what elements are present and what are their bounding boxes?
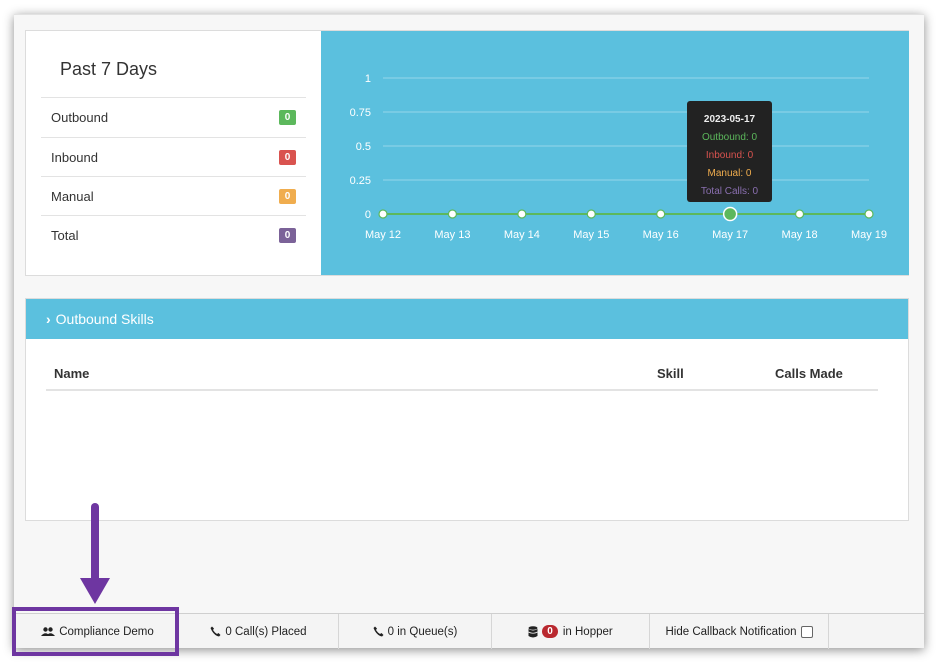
tooltip-outbound: Outbound: 0 bbox=[701, 132, 758, 143]
data-point bbox=[722, 206, 738, 222]
stats-title: Past 7 Days bbox=[60, 59, 158, 79]
x-tick-label: May 14 bbox=[504, 229, 540, 241]
annotation-highlight-box bbox=[12, 607, 179, 656]
chart-tooltip: 2023-05-17 Outbound: 0 Inbound: 0 Manual… bbox=[687, 101, 772, 202]
x-tick-label: May 17 bbox=[712, 229, 748, 241]
stat-row-inbound: Inbound 0 bbox=[41, 137, 306, 176]
phone-icon bbox=[210, 626, 221, 637]
y-tick-label: 1 bbox=[365, 73, 371, 85]
outbound-skills-panel: › Outbound Skills Name Skill Calls Made bbox=[25, 298, 909, 521]
chart-svg: 1 0.75 0.5 0.25 0 May 12 May 13 May 14 May 15 May… bbox=[350, 73, 887, 241]
calls-line-chart: 1 0.75 0.5 0.25 0 May 12 May 13 May 14 May 15 May… bbox=[321, 31, 909, 275]
hide-callback-toggle[interactable]: Hide Callback Notification bbox=[650, 614, 829, 649]
outbound-skills-header[interactable]: › Outbound Skills bbox=[26, 299, 908, 339]
window-edge bbox=[14, 14, 924, 15]
data-point bbox=[447, 209, 458, 219]
outbound-skills-title: Outbound Skills bbox=[55, 311, 154, 327]
chevron-right-icon: › bbox=[46, 311, 51, 327]
data-point bbox=[794, 209, 805, 219]
stat-count-badge: 0 bbox=[279, 227, 296, 243]
data-point bbox=[586, 209, 596, 219]
past-7-days-panel: Past 7 Days Outbound 0 Inbound 0 Manual … bbox=[25, 30, 909, 276]
tooltip-date: 2023-05-17 bbox=[703, 114, 756, 125]
y-tick-label: 0 bbox=[365, 209, 371, 221]
annotation-arrow-shaft bbox=[91, 503, 99, 583]
data-point bbox=[864, 209, 874, 219]
x-tick-label: May 12 bbox=[365, 229, 401, 241]
y-tick-label: 0.25 bbox=[350, 175, 371, 187]
tooltip-manual: Manual: 0 bbox=[707, 168, 752, 179]
database-icon bbox=[528, 625, 538, 637]
stat-label: Manual bbox=[51, 188, 94, 204]
hide-callback-label: Hide Callback Notification bbox=[665, 625, 797, 638]
tooltip-inbound: Inbound: 0 bbox=[705, 150, 754, 161]
x-tick-label: May 19 bbox=[851, 229, 887, 241]
skills-table-header: Name Skill Calls Made bbox=[46, 361, 878, 391]
column-calls-made: Calls Made bbox=[775, 366, 843, 381]
x-tick-label: May 18 bbox=[782, 229, 818, 241]
data-point bbox=[378, 209, 388, 219]
x-tick-label: May 13 bbox=[434, 229, 470, 241]
queue-label: 0 in Queue(s) bbox=[387, 625, 458, 638]
data-point bbox=[517, 209, 527, 219]
queue-status: 0 in Queue(s) bbox=[339, 614, 492, 649]
y-tick-label: 0.75 bbox=[350, 107, 371, 119]
stat-row-manual: Manual 0 bbox=[41, 176, 306, 215]
stat-count-badge: 0 bbox=[279, 188, 296, 204]
hide-callback-checkbox[interactable] bbox=[800, 625, 813, 638]
stat-label: Outbound bbox=[51, 109, 109, 125]
x-tick-label: May 15 bbox=[573, 229, 609, 241]
column-skill: Skill bbox=[657, 366, 684, 381]
stat-count-badge: 0 bbox=[279, 149, 296, 165]
stat-label: Inbound bbox=[51, 149, 98, 165]
stats-list: Past 7 Days Outbound 0 Inbound 0 Manual … bbox=[26, 31, 321, 275]
stat-label: Total bbox=[51, 227, 79, 243]
stat-row-outbound: Outbound 0 bbox=[41, 97, 306, 136]
phone-icon bbox=[373, 626, 384, 637]
calls-placed-label: 0 Call(s) Placed bbox=[225, 625, 307, 638]
column-name: Name bbox=[54, 366, 90, 381]
calls-placed-status: 0 Call(s) Placed bbox=[179, 614, 339, 649]
x-tick-label: May 16 bbox=[643, 229, 679, 241]
y-tick-label: 0.5 bbox=[356, 141, 371, 153]
stat-row-total: Total 0 bbox=[41, 215, 306, 254]
hopper-label: in Hopper bbox=[562, 625, 613, 638]
tooltip-total: Total Calls: 0 bbox=[700, 186, 759, 197]
stat-count-badge: 0 bbox=[279, 109, 296, 125]
annotation-arrow-icon bbox=[80, 578, 110, 604]
data-point bbox=[656, 209, 666, 219]
hopper-status: 0 in Hopper bbox=[492, 614, 650, 649]
hopper-count-badge: 0 bbox=[542, 625, 558, 638]
